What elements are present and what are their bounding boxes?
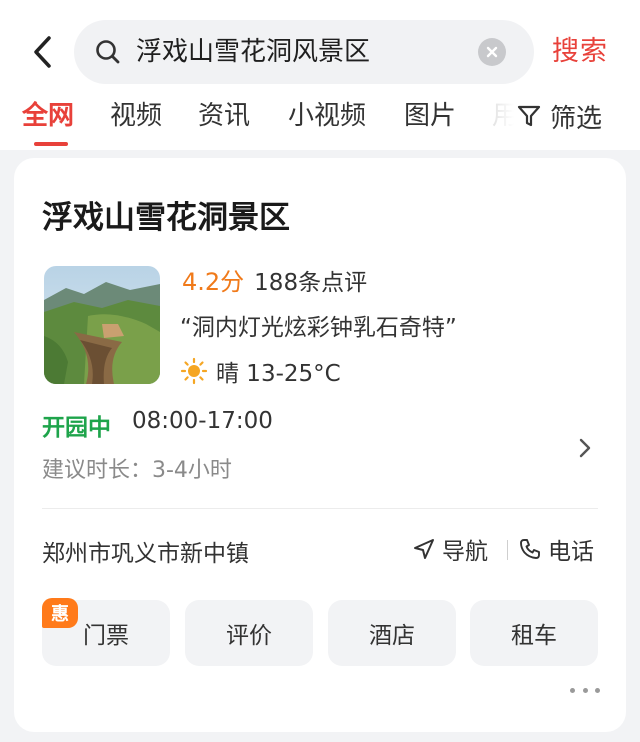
tab-images[interactable]: 图片 <box>404 94 456 138</box>
phone-icon <box>520 539 540 559</box>
hotels-button[interactable]: 酒店 <box>328 600 456 666</box>
tab-news[interactable]: 资讯 <box>198 94 250 138</box>
spot-title[interactable]: 浮戏山雪花洞景区 <box>42 192 290 237</box>
close-icon <box>486 46 498 58</box>
review-quote: “洞内灯光炫彩钟乳石奇特” <box>180 315 457 341</box>
review-count: 188条点评 <box>254 270 368 296</box>
car-rental-label: 租车 <box>511 623 557 649</box>
weather-text: 晴 13-25°C <box>216 361 341 387</box>
tab-all[interactable]: 全网 <box>22 94 74 138</box>
more-dot <box>570 687 575 693</box>
discount-badge: 惠 <box>42 598 78 628</box>
more-dot <box>595 687 600 693</box>
filter-label: 筛选 <box>550 103 603 134</box>
filter-button[interactable]: 筛选 <box>516 94 603 138</box>
opening-hours: 08:00-17:00 <box>132 408 273 434</box>
tab-bar: 全网 视频 资讯 小视频 图片 用 筛选 <box>0 94 640 150</box>
search-input[interactable]: 浮戏山雪花洞风景区 <box>74 20 534 84</box>
tickets-label: 门票 <box>83 623 129 649</box>
suggested-duration: 建议时长：3-4小时 <box>42 458 232 483</box>
weather-info: 晴 13-25°C <box>180 354 341 388</box>
navigation-icon <box>414 539 434 559</box>
call-label: 电话 <box>548 539 594 565</box>
divider <box>42 508 598 509</box>
tab-short-video[interactable]: 小视频 <box>288 94 366 138</box>
filter-icon <box>517 105 541 127</box>
spot-thumbnail[interactable] <box>44 266 160 384</box>
rating-row[interactable]: 4.2分 188条点评 <box>182 262 367 297</box>
call-button[interactable]: 电话 <box>518 532 594 566</box>
tab-fade <box>478 94 520 142</box>
scenic-spot-card[interactable]: 浮戏山雪花洞景区 4.2分 188条点评 “洞内灯光炫彩钟乳石奇特” 晴 13-… <box>14 158 626 732</box>
more-dot <box>582 687 588 693</box>
chevron-right-icon[interactable] <box>576 436 594 460</box>
navigate-label: 导航 <box>442 539 488 565</box>
top-bar: 浮戏山雪花洞风景区 搜索 全网 视频 资讯 小视频 图片 用 筛选 <box>0 0 640 150</box>
more-options-button[interactable] <box>570 684 600 696</box>
reviews-button[interactable]: 评价 <box>185 600 313 666</box>
chevron-left-icon <box>34 36 51 68</box>
search-query[interactable]: 浮戏山雪花洞风景区 <box>136 34 370 70</box>
hotels-label: 酒店 <box>369 623 415 649</box>
separator <box>507 540 508 560</box>
back-button[interactable] <box>22 30 62 74</box>
sun-icon <box>180 357 208 385</box>
open-status: 开园中 <box>42 415 111 441</box>
search-button[interactable]: 搜索 <box>552 32 608 72</box>
tab-video[interactable]: 视频 <box>110 94 162 138</box>
reviews-label: 评价 <box>226 623 272 649</box>
navigate-button[interactable]: 导航 <box>412 532 488 566</box>
car-rental-button[interactable]: 租车 <box>470 600 598 666</box>
address[interactable]: 郑州市巩义市新中镇 <box>42 534 249 568</box>
search-icon <box>96 40 120 64</box>
active-tab-indicator <box>34 142 68 146</box>
clear-search-button[interactable] <box>478 38 506 66</box>
rating-score: 4.2分 <box>182 268 245 296</box>
